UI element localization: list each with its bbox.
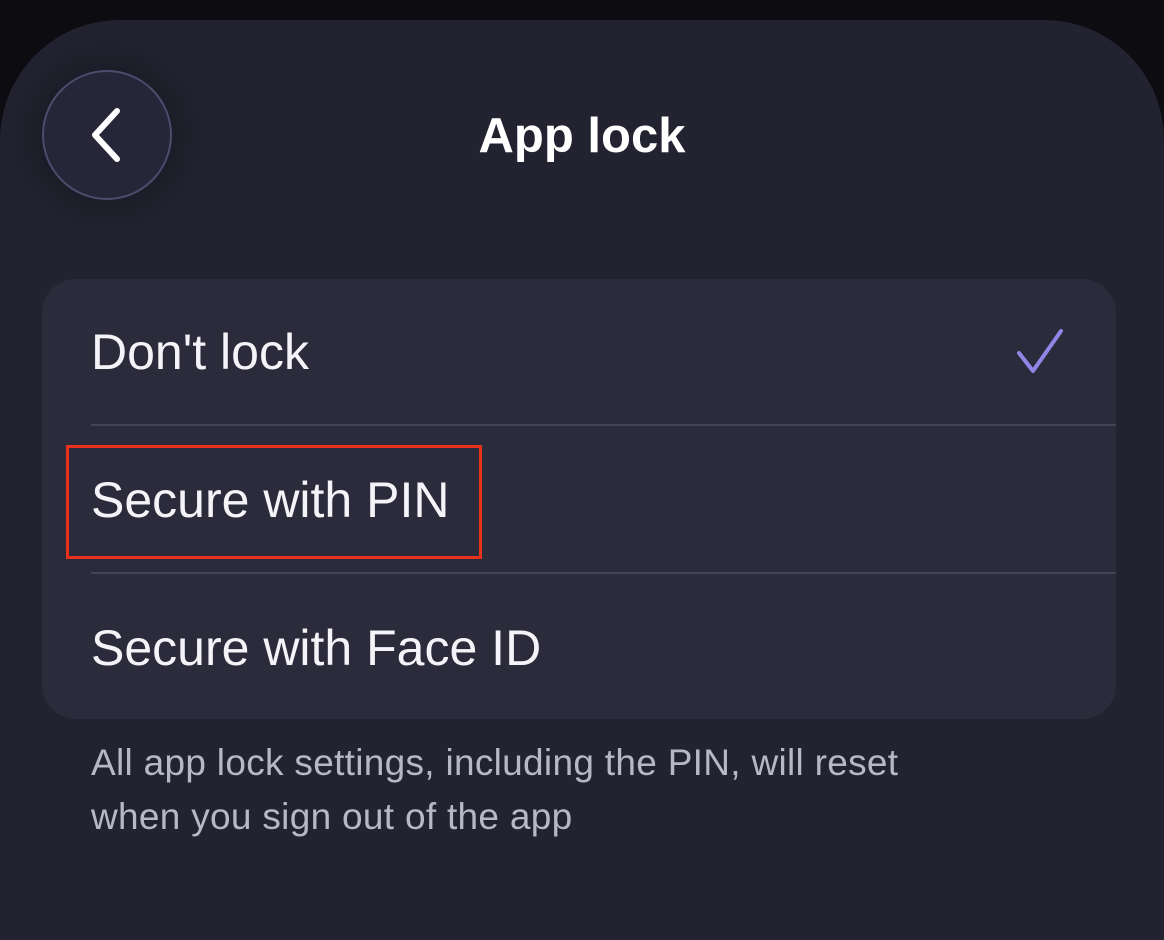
page-title: App lock (478, 109, 686, 163)
option-label: Secure with PIN (91, 472, 450, 528)
footnote-line: when you sign out of the app (91, 796, 573, 837)
footnote-line: All app lock settings, including the PIN… (91, 742, 899, 783)
option-secure-with-pin[interactable]: Secure with PIN (42, 427, 1116, 573)
lock-options-list: Don't lock Secure with PIN Secure with F… (42, 279, 1116, 719)
divider (91, 424, 1116, 426)
divider (91, 572, 1116, 574)
option-label: Don't lock (91, 324, 309, 380)
checkmark-icon (1017, 329, 1063, 373)
footnote: All app lock settings, including the PIN… (91, 736, 1091, 844)
option-label: Secure with Face ID (91, 620, 542, 676)
option-secure-with-face-id[interactable]: Secure with Face ID (42, 575, 1116, 719)
option-dont-lock[interactable]: Don't lock (42, 279, 1116, 425)
